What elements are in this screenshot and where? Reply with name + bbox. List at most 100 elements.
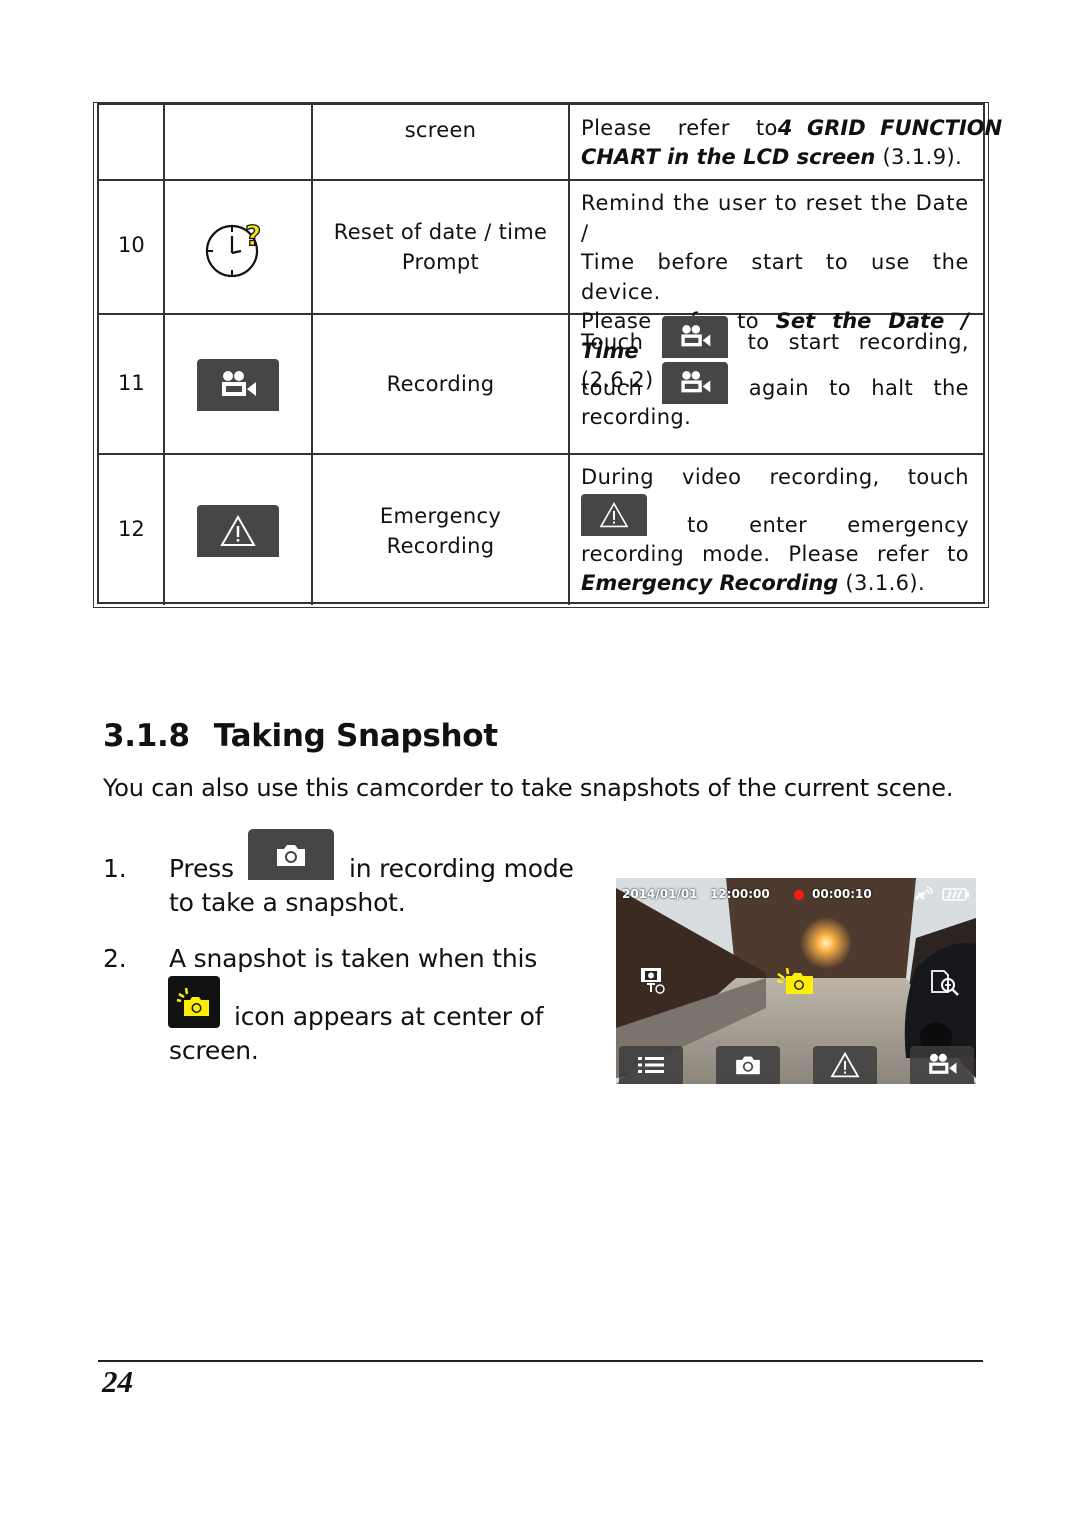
section-number: 3.1.8 (103, 718, 190, 754)
row-name-cell: Reset of date / time Prompt (313, 181, 570, 313)
desc-line: CHART in the LCD screen (3.1.9). (581, 143, 969, 172)
warning-triangle-icon (830, 1052, 860, 1078)
menu-button[interactable] (619, 1046, 683, 1084)
snapshot-button[interactable] (716, 1046, 780, 1084)
battery-icon (942, 888, 970, 904)
row-number-cell (99, 105, 165, 179)
row-icon-cell: ? (165, 181, 313, 313)
row-name: screen (404, 118, 477, 142)
warning-triangle-icon[interactable] (581, 494, 647, 536)
snapshot-taken-icon (776, 967, 816, 1000)
desc-text: again (748, 375, 809, 400)
row-description: During video recording, touch to enter e… (581, 463, 969, 598)
row-desc-cell: During video recording, touch to enter e… (570, 455, 983, 605)
row-desc-cell: Touch to start recording, touch again to… (570, 315, 983, 453)
desc-text: halt (871, 375, 914, 400)
desc-bold-link: CHART in the LCD screen (581, 145, 876, 169)
svg-text:?: ? (245, 219, 261, 252)
row-name: Reset of date / time Prompt (313, 217, 568, 277)
video-camera-icon[interactable] (662, 316, 729, 358)
desc-text: recording (581, 542, 685, 566)
page-number: 24 (102, 1364, 133, 1399)
snapshot-settings-icon[interactable] (638, 966, 670, 1000)
step-text: Press (169, 854, 234, 883)
desc-text: refer (877, 542, 930, 566)
table-row: 11 Recording Touch to start recording, t… (99, 315, 983, 455)
desc-line: Remind the user to reset the Date / (581, 191, 969, 245)
table-row: screen Please refer to 4 GRID FUNCTION C… (99, 105, 1002, 181)
row-icon-cell (165, 315, 313, 453)
step-text: to take a snapshot. (169, 888, 406, 917)
desc-text: start (788, 329, 840, 354)
desc-text: Please (788, 542, 859, 566)
row-desc-cell: Please refer to 4 GRID FUNCTION CHART in… (570, 105, 1002, 179)
row-name-cell: screen (313, 105, 570, 179)
row-name: Emergency Recording (313, 501, 568, 561)
desc-text: to (747, 329, 770, 354)
menu-icon (638, 1057, 664, 1073)
row-name-line: Emergency (379, 504, 502, 528)
desc-line: Emergency Recording (3.1.6). (581, 569, 969, 598)
desc-bold-link: 4 GRID FUNCTION (777, 116, 1003, 140)
video-camera-icon (197, 359, 279, 411)
desc-line: Touch to start recording, (581, 316, 969, 365)
desc-bold-link: Emergency Recording (581, 571, 839, 595)
step-text: screen. (169, 1036, 259, 1065)
desc-text: (3.1.9). (875, 145, 963, 169)
row-name-line: Recording (386, 534, 495, 558)
desc-text: to (947, 542, 969, 566)
clock-question-icon: ? (205, 218, 269, 283)
row-name-line: Prompt (401, 250, 480, 274)
record-button[interactable] (910, 1046, 974, 1084)
desc-text: touch (581, 375, 643, 400)
warning-triangle-icon (197, 505, 279, 557)
emergency-button[interactable] (813, 1046, 877, 1084)
section-heading: 3.1.8 Taking Snapshot (103, 718, 498, 754)
row-number-cell: 12 (99, 455, 165, 605)
lcd-date: 2014/01/01 (622, 887, 698, 901)
desc-text: (3.1.6). (838, 571, 926, 595)
lcd-screen-preview: 2014/01/01 12:00:00 00:00:10 (616, 878, 976, 1084)
snapshot-taken-icon (168, 976, 220, 1028)
desc-line: Please refer to 4 GRID FUNCTION (581, 114, 1002, 143)
row-number: 12 (118, 517, 145, 541)
desc-line: Time before start to use the device. (581, 250, 969, 304)
function-table: screen Please refer to 4 GRID FUNCTION C… (93, 102, 1002, 608)
section-intro: You can also use this camcorder to take … (103, 774, 954, 802)
desc-text: recording, (858, 329, 969, 354)
step-number: 2. (103, 944, 127, 973)
lcd-status-bar: 2014/01/01 12:00:00 00:00:10 (622, 885, 970, 906)
zoom-in-icon[interactable] (928, 968, 962, 1002)
row-name-line: Reset of date / time (333, 220, 548, 244)
desc-text: touch (907, 465, 969, 489)
table-row: 10 ? Reset of date / time Prompt Remind … (99, 181, 983, 392)
function-table-inner: screen Please refer to 4 GRID FUNCTION C… (97, 103, 1002, 605)
row-desc-cell: Remind the user to reset the Date / Time… (570, 181, 983, 392)
row-name: Recording (386, 372, 495, 396)
footer-divider (98, 1360, 983, 1362)
camera-button-icon[interactable] (248, 829, 334, 880)
desc-text: emergency (847, 513, 969, 537)
camera-icon (736, 1056, 760, 1075)
gps-satellite-icon (914, 885, 936, 906)
step-text: A snapshot is taken when this (169, 944, 538, 973)
step-number: 1. (103, 854, 127, 883)
step-text: in recording mode (349, 854, 574, 883)
row-number-cell: 10 (99, 181, 165, 313)
row-description: Touch to start recording, touch again to… (581, 316, 969, 432)
row-number: 10 (118, 233, 145, 257)
desc-text: Please refer to (581, 116, 778, 140)
desc-text: recording, (769, 465, 880, 489)
row-name-cell: Emergency Recording (313, 455, 570, 605)
desc-line: recording mode. Please refer to (581, 540, 969, 569)
desc-line: to enter emergency (581, 492, 969, 540)
recording-dot-icon (794, 890, 804, 900)
row-name-cell: Recording (313, 315, 570, 453)
desc-text: to (687, 513, 710, 537)
desc-text: to (829, 375, 852, 400)
desc-text: video (682, 465, 742, 489)
lcd-time: 12:00:00 (710, 887, 770, 901)
step-text: icon appears at center of (234, 1002, 544, 1031)
video-camera-icon[interactable] (662, 362, 729, 404)
desc-text: Touch (581, 329, 644, 354)
